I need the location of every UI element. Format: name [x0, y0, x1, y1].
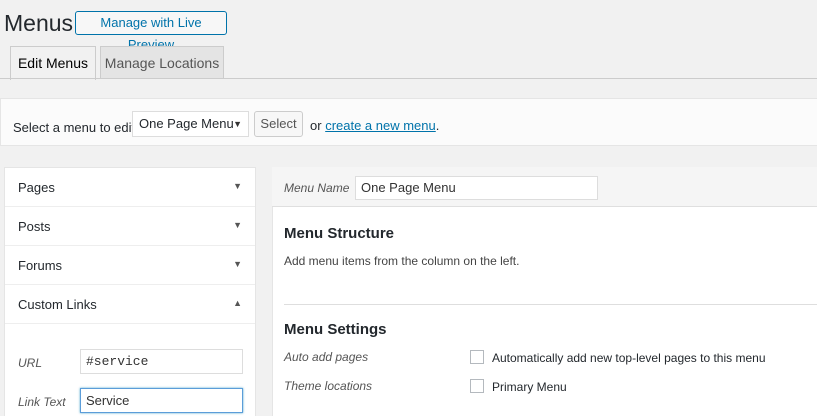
create-menu-text: or create a new menu.	[310, 118, 439, 133]
menu-name-label: Menu Name	[284, 181, 350, 195]
manage-live-preview-button[interactable]: Manage with Live Preview	[75, 11, 227, 52]
chevron-down-icon: ▼	[233, 220, 242, 230]
auto-add-pages-label: Auto add pages	[284, 350, 369, 364]
accordion-forums[interactable]: Forums ▼	[5, 246, 255, 285]
accordion-custom-links-label: Custom Links	[18, 297, 97, 312]
menu-structure-heading: Menu Structure	[284, 225, 395, 242]
accordion-pages-label: Pages	[18, 180, 55, 195]
menu-name-input[interactable]: One Page Menu	[355, 176, 598, 200]
accordion-posts[interactable]: Posts ▼	[5, 207, 255, 246]
chevron-down-icon: ▼	[233, 119, 242, 129]
menu-structure-description: Add menu items from the column on the le…	[284, 254, 520, 268]
section-divider	[284, 304, 817, 305]
select-menu-label: Select a menu to edit:	[13, 120, 139, 135]
primary-menu-checkbox[interactable]	[470, 379, 484, 393]
url-label: URL	[18, 356, 43, 370]
select-button[interactable]: Select	[254, 111, 303, 137]
add-menu-items-panel: Pages ▼ Posts ▼ Forums ▼ Custom Links ▲	[4, 167, 256, 416]
tab-manage-locations[interactable]: Manage Locations	[100, 46, 224, 79]
accordion-pages[interactable]: Pages ▼	[5, 168, 255, 207]
auto-add-pages-option[interactable]: Automatically add new top-level pages to…	[492, 351, 766, 365]
link-text-input[interactable]: Service	[80, 388, 243, 413]
link-text-label: Link Text	[18, 395, 66, 409]
primary-menu-option[interactable]: Primary Menu	[492, 380, 567, 394]
menu-select-value: One Page Menu	[139, 116, 234, 131]
chevron-up-icon: ▲	[233, 298, 242, 308]
chevron-down-icon: ▼	[233, 181, 242, 191]
create-new-menu-link[interactable]: create a new menu	[325, 118, 436, 133]
create-link-period: .	[435, 118, 440, 133]
accordion-custom-links[interactable]: Custom Links ▲	[5, 285, 255, 324]
or-text: or	[310, 118, 322, 133]
url-input[interactable]: #service	[80, 349, 243, 374]
page-title: Menus	[4, 10, 74, 36]
chevron-down-icon: ▼	[233, 259, 242, 269]
menu-select-dropdown[interactable]: One Page Menu ▼	[132, 111, 249, 137]
accordion-posts-label: Posts	[18, 219, 51, 234]
auto-add-pages-checkbox[interactable]	[470, 350, 484, 364]
menu-settings-heading: Menu Settings	[284, 321, 387, 338]
tab-edit-menus[interactable]: Edit Menus	[10, 46, 96, 80]
theme-locations-label: Theme locations	[284, 379, 373, 393]
tabs-divider	[0, 78, 817, 79]
accordion-forums-label: Forums	[18, 258, 63, 273]
